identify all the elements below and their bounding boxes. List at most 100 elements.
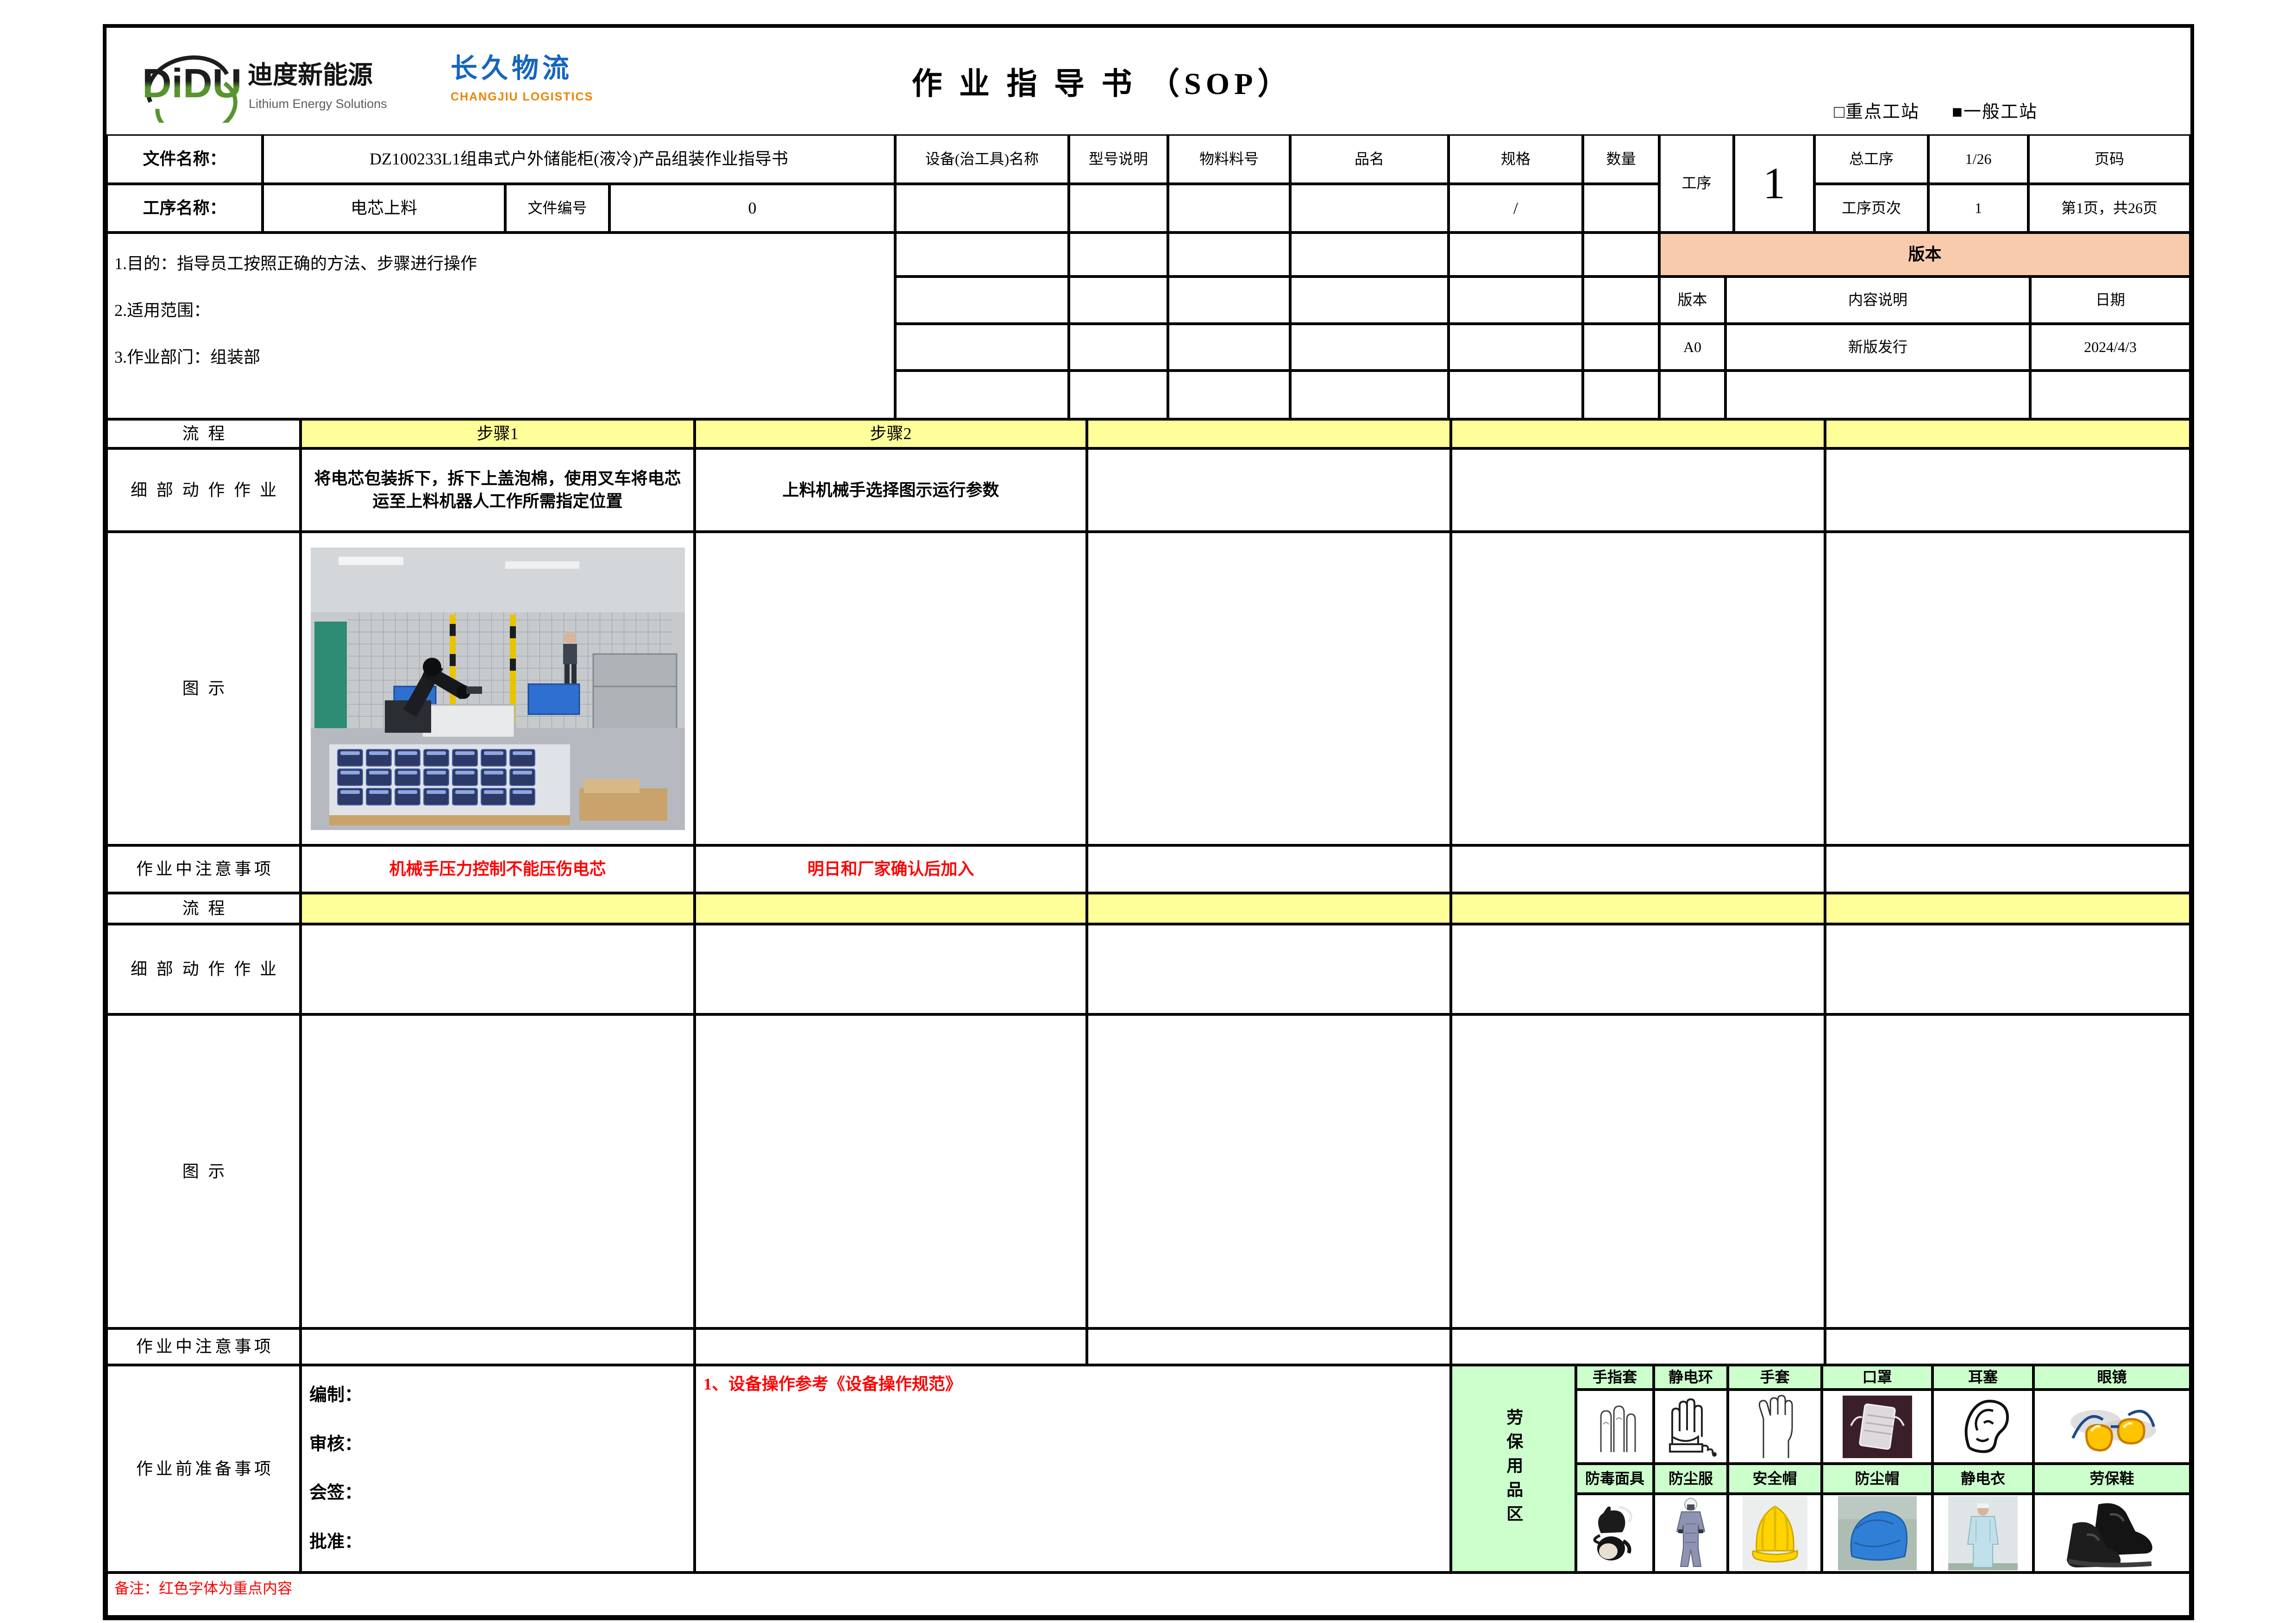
total-process-value: 1/26	[1928, 134, 2028, 184]
page-label: 页码	[2028, 134, 2190, 184]
ppe-label-gloves: 手套	[1728, 1365, 1822, 1390]
step-header-empty	[1087, 419, 1451, 448]
version-desc-value: 新版发行	[1725, 324, 2030, 371]
ppe-label-esd-strap: 静电环	[1654, 1365, 1728, 1390]
reviewed-by-label: 审核：	[309, 1433, 362, 1456]
qty-value-empty	[1583, 184, 1659, 233]
part-name-label: 品名	[1290, 134, 1449, 184]
detail-row-label: 细部动作作业	[107, 448, 301, 532]
station-type-flags: □重点工站 ■一般工站	[1834, 97, 2038, 123]
didu-logo: DiDU 迪度新能源 Lithium Energy Solutions	[132, 39, 438, 123]
top-band: DiDU 迪度新能源 Lithium Energy Solutions 长久物流…	[107, 28, 2190, 134]
empty-cell	[1290, 324, 1449, 371]
empty-cell	[1168, 233, 1290, 277]
glove-icon	[1728, 1390, 1822, 1464]
empty-cell	[2030, 371, 2190, 419]
part-name-value-empty	[1290, 184, 1449, 233]
empty-cell	[695, 924, 1087, 1014]
diagram-row-label-2: 图示	[107, 1014, 301, 1328]
version-date-header: 日期	[2030, 277, 2190, 324]
step-header-empty	[1825, 893, 2190, 924]
caution-row-label: 作业中注意事项	[107, 845, 301, 893]
qty-label: 数量	[1583, 134, 1659, 184]
model-value-empty	[1069, 184, 1168, 233]
ppe-label-mask: 口罩	[1822, 1365, 1932, 1390]
empty-cell	[1087, 1328, 1451, 1365]
empty-cell	[1451, 532, 1825, 845]
empty-cell	[1451, 448, 1825, 532]
empty-cell	[1825, 845, 2190, 893]
empty-cell	[1583, 371, 1659, 419]
material-no-value-empty	[1168, 184, 1290, 233]
ppe-area-label: 劳保用品区	[1451, 1365, 1576, 1573]
ppe-label-esd-coat: 静电衣	[1932, 1464, 2033, 1494]
countersign-label: 会签：	[309, 1481, 362, 1505]
flow-row-label-2: 流程	[107, 893, 301, 924]
process-page-value: 1	[1928, 184, 2028, 233]
signature-block: 编制： 审核： 会签： 批准：	[301, 1365, 695, 1573]
spec-label: 规格	[1449, 134, 1583, 184]
version-value: A0	[1659, 324, 1725, 371]
prep-row-label: 作业前准备事项	[107, 1365, 301, 1573]
empty-cell	[895, 324, 1069, 371]
empty-cell	[1825, 448, 2190, 532]
file-no-value: 0	[609, 184, 895, 233]
empty-cell	[1168, 324, 1290, 371]
detail-step1-text: 将电芯包装拆下，拆下上盖泡棉，使用叉车将电芯运至上料机器人工作所需指定位置	[301, 448, 695, 532]
caution-step1-text: 机械手压力控制不能压伤电芯	[301, 845, 695, 893]
process-photo	[311, 547, 685, 830]
finger-cots-icon	[1576, 1390, 1654, 1464]
process-page-label: 工序页次	[1814, 184, 1928, 233]
version-banner: 版本	[1659, 233, 2190, 277]
process-label: 工序	[1659, 134, 1734, 233]
diagram-step1-cell	[301, 532, 695, 845]
detail-row-label-2: 细部动作作业	[107, 924, 301, 1014]
ear-earplug-icon	[1932, 1390, 2033, 1464]
detail-step2-text: 上料机械手选择图示运行参数	[695, 448, 1087, 532]
equipment-label: 设备(治工具)名称	[895, 134, 1069, 184]
empty-cell	[1290, 371, 1449, 419]
material-no-label: 物料料号	[1168, 134, 1290, 184]
empty-cell	[1087, 1014, 1451, 1328]
diagram-row-label: 图示	[107, 532, 301, 845]
changjiu-logo: 长久物流 CHANGJIU LOGISTICS	[447, 49, 641, 118]
safety-shoes-icon	[2033, 1494, 2190, 1573]
esd-wrist-strap-icon	[1654, 1390, 1728, 1464]
safety-glasses-icon	[2033, 1390, 2190, 1464]
purpose-line-1: 1.目的：指导员工按照正确的方法、步骤进行操作	[114, 252, 477, 275]
process-number: 1	[1734, 134, 1814, 233]
step2-header: 步骤2	[695, 419, 1087, 448]
approved-by-label: 批准：	[309, 1530, 362, 1554]
empty-cell	[1290, 277, 1449, 324]
caution-step2-text: 明日和厂家确认后加入	[695, 845, 1087, 893]
step1-header: 步骤1	[301, 419, 695, 448]
process-name-label: 工序名称：	[107, 184, 263, 233]
flow-row-label: 流程	[107, 419, 301, 448]
file-name-label: 文件名称：	[107, 134, 263, 184]
empty-cell	[1168, 277, 1290, 324]
key-station-checkbox: □重点工站	[1834, 97, 1920, 123]
empty-cell	[301, 1014, 695, 1328]
ppe-label-dust-suit: 防尘服	[1654, 1464, 1728, 1494]
empty-cell	[1583, 233, 1659, 277]
empty-cell	[895, 277, 1069, 324]
file-name-value: DZ100233L1组串式户外储能柜(液冷)产品组装作业指导书	[263, 134, 895, 184]
version-date-value: 2024/4/3	[2030, 324, 2190, 371]
changjiu-en-text: CHANGJIU LOGISTICS	[451, 90, 593, 103]
empty-cell	[301, 924, 695, 1014]
version-desc-header: 内容说明	[1725, 277, 2030, 324]
ppe-label-finger-cots: 手指套	[1576, 1365, 1654, 1390]
esd-coat-icon	[1932, 1494, 2033, 1573]
respirator-icon	[1576, 1494, 1654, 1573]
total-process-label: 总工序	[1814, 134, 1928, 184]
ppe-label-glasses: 眼镜	[2033, 1365, 2190, 1390]
ppe-label-hard-hat: 安全帽	[1728, 1464, 1822, 1494]
empty-cell	[1825, 1014, 2190, 1328]
page-title: 作 业 指 导 书 （SOP）	[801, 28, 1403, 134]
empty-cell	[1583, 277, 1659, 324]
hard-hat-icon	[1728, 1494, 1822, 1573]
prepared-by-label: 编制：	[309, 1384, 362, 1407]
dust-cap-icon	[1822, 1494, 1932, 1573]
process-name-value: 电芯上料	[263, 184, 505, 233]
empty-cell	[895, 233, 1069, 277]
